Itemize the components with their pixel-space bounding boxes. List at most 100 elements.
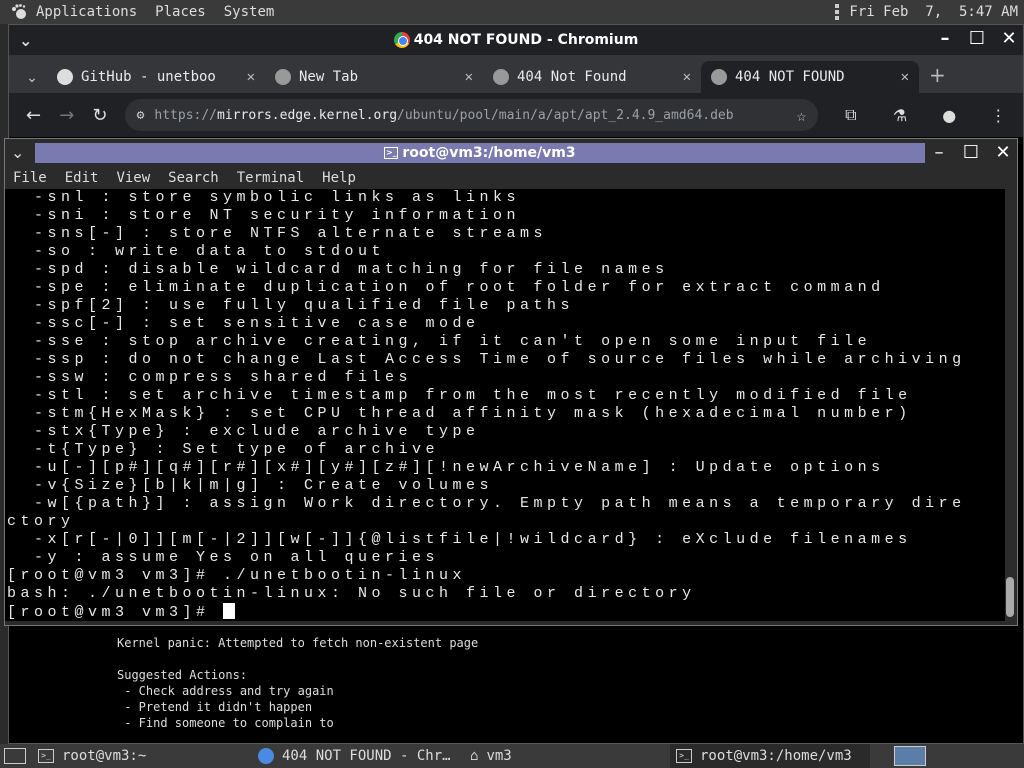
terminal-icon: >_ <box>38 749 54 763</box>
system-menu[interactable]: System <box>224 4 275 20</box>
clock[interactable]: Fri Feb 7, 5:47 AM <box>849 4 1018 20</box>
terminal-line: -x[r[-|0]][m[-|2]][w[-]]{@listfile|!wild… <box>7 531 912 548</box>
terminal-output[interactable]: -snl : store symbolic links as links -sn… <box>5 189 1005 621</box>
globe-icon <box>275 69 291 85</box>
chromium-logo-icon <box>393 32 410 48</box>
page-line: Kernel panic: Attempted to fetch non-exi… <box>117 636 479 650</box>
text-cursor <box>223 603 236 619</box>
menu-view[interactable]: View <box>116 170 150 186</box>
browser-toolbar: ← → ↻ ⚙ https://mirrors.edge.kernel.org /… <box>9 93 1023 137</box>
terminal-line: -y : assume Yes on all queries <box>7 549 440 566</box>
places-menu[interactable]: Places <box>155 4 206 20</box>
minimize-button[interactable]: – <box>935 28 955 49</box>
chromium-titlebar[interactable]: ⌄ 404 NOT FOUND - Chromium – ☐ ✕ <box>9 25 1023 55</box>
terminal-line: -stm{HexMask} : set CPU thread affinity … <box>7 405 912 422</box>
tab-close-icon[interactable]: ✕ <box>901 69 909 85</box>
panel-handle-icon <box>835 4 841 20</box>
tab-close-icon[interactable]: ✕ <box>247 69 255 85</box>
tab-github[interactable]: GitHub - unetboo ✕ <box>47 61 265 93</box>
home-folder-icon: ⌂ <box>470 748 479 764</box>
reload-icon[interactable]: ↻ <box>83 105 116 126</box>
terminal-titlebar[interactable]: ⌄ >_ root@vm3:/home/vm3 – ☐ ✕ <box>5 139 1017 167</box>
taskbar-label: vm3 <box>486 748 512 764</box>
tab-404-active[interactable]: 404 NOT FOUND ✕ <box>701 61 919 93</box>
terminal-line: ctory <box>7 513 75 530</box>
page-line: - Check address and try again <box>117 684 334 698</box>
taskbar-item-terminal-home[interactable]: >_ root@vm3:~ <box>32 744 252 768</box>
tab-search-chevron-icon[interactable]: ⌄ <box>17 63 47 93</box>
chromium-icon <box>258 748 274 764</box>
taskbar-item-terminal-vm3[interactable]: >_ root@vm3:/home/vm3 <box>670 744 870 768</box>
minimize-button[interactable]: – <box>929 142 949 163</box>
terminal-line: -snl : store symbolic links as links <box>7 189 521 206</box>
terminal-line: -spe : eliminate duplication of root fol… <box>7 279 885 296</box>
terminal-line: -ssc[-] : set sensitive case mode <box>7 315 480 332</box>
labs-flask-icon[interactable]: ⚗ <box>883 106 916 125</box>
terminal-icon: >_ <box>676 749 692 763</box>
github-icon <box>57 69 73 85</box>
terminal-menubar: File Edit View Search Terminal Help <box>5 167 1017 189</box>
url-path: /ubuntu/pool/main/a/apt/apt_2.4.9_amd64.… <box>397 107 734 123</box>
tab-close-icon[interactable]: ✕ <box>683 69 691 85</box>
url-host: mirrors.edge.kernel.org <box>217 107 398 123</box>
taskbar-label: 404 NOT FOUND - Chr… <box>282 748 451 764</box>
tab-404-not-found[interactable]: 404 Not Found ✕ <box>483 61 701 93</box>
close-button[interactable]: ✕ <box>999 28 1019 49</box>
maximize-button[interactable]: ☐ <box>961 142 981 163</box>
menu-file[interactable]: File <box>13 170 47 186</box>
show-desktop-icon[interactable] <box>4 748 26 764</box>
maximize-button[interactable]: ☐ <box>967 28 987 49</box>
terminal-line: -ssp : do not change Last Access Time of… <box>7 351 966 368</box>
applications-menu[interactable]: Applications <box>36 4 137 20</box>
page-line: - Pretend it didn't happen <box>117 700 313 714</box>
gnome-foot-icon[interactable] <box>8 1 30 23</box>
chromium-window-title: 404 NOT FOUND - Chromium <box>413 32 639 48</box>
terminal-line: -sni : store NT security information <box>7 207 521 224</box>
terminal-scrollbar[interactable] <box>1005 189 1015 621</box>
terminal-line: [root@vm3 vm3]# ./unetbootin-linux <box>7 567 467 584</box>
terminal-line: -so : write data to stdout <box>7 243 386 260</box>
terminal-line: -stl : set archive timestamp from the mo… <box>7 387 912 404</box>
terminal-line: -sns[-] : store NTFS alternate streams <box>7 225 548 242</box>
scrollbar-thumb[interactable] <box>1006 577 1014 617</box>
window-menu-chevron-icon[interactable]: ⌄ <box>19 31 32 50</box>
new-tab-plus-icon[interactable]: + <box>929 63 946 87</box>
menu-edit[interactable]: Edit <box>65 170 99 186</box>
terminal-prompt-line: [root@vm3 vm3]# <box>7 603 966 621</box>
error-page-text: Kernel panic: Attempted to fetch non-exi… <box>117 635 478 731</box>
extensions-puzzle-icon[interactable]: ⧉ <box>834 105 867 125</box>
taskbar-item-vm3-folder[interactable]: ⌂ vm3 <box>464 744 670 768</box>
terminal-line: -stx{Type} : exclude archive type <box>7 423 480 440</box>
bottom-taskbar: >_ root@vm3:~ 404 NOT FOUND - Chr… ⌂ vm3… <box>0 744 1024 768</box>
terminal-line: -u[-][p#][q#][r#][x#][y#][z#][!newArchiv… <box>7 459 885 476</box>
kebab-menu-icon[interactable]: ⋮ <box>982 106 1015 125</box>
top-panel: Applications Places System Fri Feb 7, 5:… <box>0 0 1024 24</box>
terminal-line: -spf[2] : use fully qualified file paths <box>7 297 575 314</box>
close-button[interactable]: ✕ <box>993 142 1013 163</box>
tab-close-icon[interactable]: ✕ <box>465 69 473 85</box>
back-arrow-icon[interactable]: ← <box>17 105 50 126</box>
page-line: Suggested Actions: <box>117 668 248 682</box>
globe-icon <box>493 69 509 85</box>
tab-label: GitHub - unetboo <box>81 69 216 85</box>
terminal-text: -snl : store symbolic links as links -sn… <box>7 189 966 621</box>
terminal-line: -v{Size}[b|k|m|g] : Create volumes <box>7 477 494 494</box>
taskbar-label: root@vm3:/home/vm3 <box>700 748 852 764</box>
menu-search[interactable]: Search <box>168 170 219 186</box>
menu-help[interactable]: Help <box>322 170 356 186</box>
taskbar-item-chromium[interactable]: 404 NOT FOUND - Chr… <box>252 744 464 768</box>
url-prefix: https:// <box>154 107 218 123</box>
tab-new-tab[interactable]: New Tab ✕ <box>265 61 483 93</box>
profile-avatar-icon[interactable]: ● <box>933 106 966 125</box>
window-menu-chevron-icon[interactable]: ⌄ <box>11 143 24 162</box>
menu-terminal[interactable]: Terminal <box>237 170 304 186</box>
terminal-line: -t{Type} : Set type of archive <box>7 441 440 458</box>
site-info-icon[interactable]: ⚙ <box>137 108 145 123</box>
terminal-line: bash: ./unetbootin-linux: No such file o… <box>7 585 696 602</box>
address-bar[interactable]: ⚙ https://mirrors.edge.kernel.org/ubuntu… <box>124 99 819 131</box>
bookmark-star-icon[interactable]: ☆ <box>797 106 807 125</box>
workspace-switcher[interactable] <box>894 746 926 766</box>
forward-arrow-icon[interactable]: → <box>50 105 83 126</box>
terminal-window: ⌄ >_ root@vm3:/home/vm3 – ☐ ✕ File Edit … <box>4 138 1018 626</box>
page-line: - Find someone to complain to <box>117 716 334 730</box>
